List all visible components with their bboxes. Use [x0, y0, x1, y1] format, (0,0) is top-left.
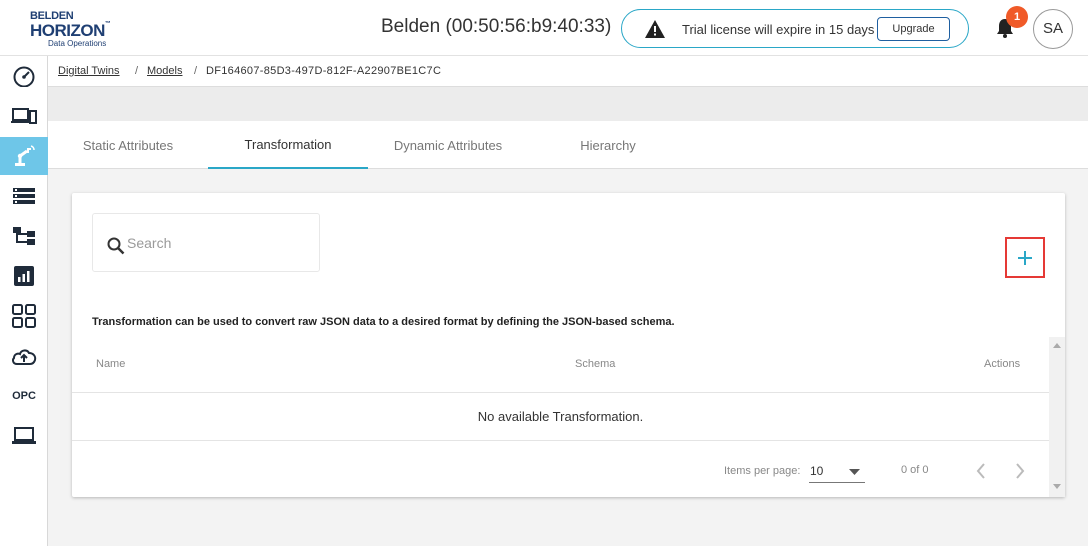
plus-icon [1018, 250, 1032, 265]
breadcrumb-separator: / [194, 65, 198, 77]
sidebar: OPC [0, 56, 48, 546]
tab-hierarchy[interactable]: Hierarchy [528, 121, 688, 169]
logo-line-tagline: Data Operations [48, 39, 107, 48]
dropdown-arrow-icon [849, 469, 860, 475]
breadcrumb-digital-twins[interactable]: Digital Twins [58, 65, 120, 77]
upgrade-button[interactable]: Upgrade [877, 17, 950, 41]
items-per-page-select[interactable]: 10 [809, 461, 865, 483]
column-header-schema[interactable]: Schema [575, 358, 615, 370]
sidebar-item-cloud[interactable] [0, 337, 48, 375]
robot-arm-icon [15, 145, 35, 166]
sidebar-item-laptop[interactable] [0, 417, 48, 455]
laptop-icon [12, 427, 36, 444]
transformation-description: Transformation can be used to convert ra… [92, 316, 675, 328]
logo-line-horizon: HORIZON™ [30, 21, 111, 40]
list-icon [13, 188, 35, 204]
tab-bar: Static Attributes Transformation Dynamic… [48, 121, 1088, 169]
trial-message: Trial license will expire in 15 days [682, 22, 875, 37]
sidebar-item-models[interactable] [0, 137, 48, 175]
chart-icon [14, 266, 34, 286]
table-header: Name Schema Actions [72, 337, 1049, 393]
sidebar-item-devices[interactable] [0, 97, 48, 135]
belden-horizon-logo[interactable]: BELDEN HORIZON™ Data Operations [28, 10, 128, 50]
breadcrumb-current-model-id: DF164607-85D3-497D-812F-A22907BE1C7C [206, 65, 442, 77]
sidebar-item-dashboard[interactable] [0, 57, 48, 95]
items-per-page-value: 10 [810, 464, 824, 478]
search-box [92, 213, 320, 272]
transformation-card: Transformation can be used to convert ra… [72, 193, 1065, 497]
items-per-page-label: Items per page: [724, 465, 801, 477]
dashboard-icon [13, 66, 35, 87]
paginator: Items per page: 10 0 of 0 [72, 441, 1049, 497]
column-header-name[interactable]: Name [96, 358, 125, 370]
empty-table-message: No available Transformation. [72, 393, 1049, 441]
next-page-button[interactable] [1014, 463, 1026, 479]
sidebar-item-list[interactable] [0, 177, 48, 215]
previous-page-button[interactable] [975, 463, 987, 479]
scroll-up-arrow-icon[interactable] [1053, 343, 1061, 348]
apps-grid-icon [12, 304, 36, 328]
hierarchy-icon [13, 227, 35, 245]
cloud-upload-icon [12, 349, 37, 365]
column-header-actions: Actions [984, 358, 1021, 370]
tab-static-attributes[interactable]: Static Attributes [48, 121, 208, 169]
trial-license-banner: Trial license will expire in 15 days Upg… [621, 9, 969, 48]
search-icon [107, 237, 125, 260]
devices-icon [11, 108, 37, 124]
breadcrumb: Digital Twins / Models / DF164607-85D3-4… [48, 56, 1088, 87]
page-band [48, 87, 1088, 121]
sidebar-item-apps[interactable] [0, 297, 48, 335]
sidebar-item-reports[interactable] [0, 257, 48, 295]
user-avatar[interactable]: SA [1033, 9, 1073, 49]
tab-transformation[interactable]: Transformation [208, 121, 368, 169]
breadcrumb-separator: / [135, 65, 139, 77]
add-transformation-button[interactable] [1005, 237, 1045, 278]
sidebar-item-opc[interactable]: OPC [0, 377, 48, 415]
device-title: Belden (00:50:56:b9:40:33) [381, 16, 612, 37]
scroll-down-arrow-icon[interactable] [1053, 484, 1061, 489]
warning-icon [644, 19, 666, 44]
breadcrumb-models[interactable]: Models [147, 65, 182, 77]
sidebar-item-hierarchy[interactable] [0, 217, 48, 255]
tab-dynamic-attributes[interactable]: Dynamic Attributes [368, 121, 528, 169]
opc-icon: OPC [12, 390, 36, 402]
table-scrollbar[interactable] [1049, 337, 1065, 497]
top-header: BELDEN HORIZON™ Data Operations Belden (… [0, 0, 1088, 56]
notification-count-badge: 1 [1006, 6, 1028, 28]
search-input[interactable] [127, 232, 307, 254]
page-range-label: 0 of 0 [901, 464, 929, 476]
